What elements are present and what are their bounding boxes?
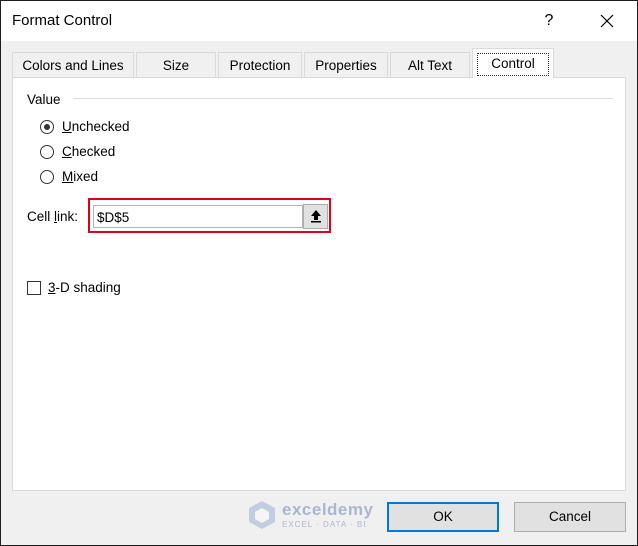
watermark-tagline: EXCEL · DATA · BI bbox=[282, 520, 367, 529]
tab-focus-rectangle bbox=[477, 53, 549, 76]
label-text: hecked bbox=[71, 144, 116, 159]
close-button[interactable] bbox=[585, 7, 629, 35]
exceldemy-logo-icon bbox=[249, 501, 275, 529]
watermark-name: exceldemy bbox=[282, 500, 374, 519]
radio-button-selected[interactable] bbox=[40, 120, 54, 134]
collapse-dialog-icon bbox=[310, 210, 321, 223]
tab-label: Properties bbox=[315, 58, 377, 73]
tab-properties[interactable]: Properties bbox=[304, 52, 388, 77]
label-text: nchecked bbox=[71, 119, 130, 134]
tab-label: Colors and Lines bbox=[22, 58, 124, 73]
label-text: Cell bbox=[27, 209, 55, 224]
access-key: C bbox=[62, 144, 72, 159]
cancel-button[interactable]: Cancel bbox=[514, 502, 626, 532]
tab-size[interactable]: Size bbox=[136, 52, 216, 77]
cell-link-input[interactable] bbox=[93, 205, 303, 228]
radio-label-mixed: Mixed bbox=[62, 168, 98, 186]
tab-label: Size bbox=[162, 58, 190, 73]
label-text: -D shading bbox=[55, 280, 121, 295]
value-group-label: Value bbox=[27, 92, 61, 107]
tab-protection[interactable]: Protection bbox=[218, 52, 302, 77]
collapse-dialog-button[interactable] bbox=[303, 204, 328, 229]
label-text: ink: bbox=[57, 209, 79, 224]
exceldemy-watermark: exceldemy EXCEL · DATA · BI bbox=[247, 500, 397, 532]
radio-button[interactable] bbox=[40, 145, 54, 159]
access-key: U bbox=[62, 119, 72, 134]
title-bar: Format Control ? bbox=[1, 1, 637, 41]
access-key: 3 bbox=[48, 280, 56, 295]
label-text: ixed bbox=[73, 169, 99, 184]
format-control-dialog: Format Control ? Colors and Lines Size P… bbox=[0, 0, 638, 546]
access-key: M bbox=[62, 169, 74, 184]
tab-label: Protection bbox=[229, 58, 291, 73]
tab-strip: Colors and Lines Size Protection Propert… bbox=[12, 48, 626, 78]
group-divider bbox=[73, 98, 613, 99]
cell-link-label: Cell link: bbox=[27, 209, 78, 224]
tab-alt-text[interactable]: Alt Text bbox=[390, 52, 470, 77]
radio-label-unchecked: Unchecked bbox=[62, 118, 130, 136]
tab-label: Alt Text bbox=[407, 58, 453, 73]
control-tab-panel: Value Unchecked Checked Mixed Cell link:… bbox=[12, 77, 626, 491]
3d-shading-checkbox[interactable] bbox=[27, 281, 41, 295]
help-button[interactable]: ? bbox=[529, 7, 569, 35]
close-icon bbox=[600, 14, 614, 28]
radio-label-checked: Checked bbox=[62, 143, 115, 161]
3d-shading-label: 3-D shading bbox=[48, 280, 121, 295]
dialog-title: Format Control bbox=[12, 12, 113, 29]
ok-button[interactable]: OK bbox=[387, 502, 499, 532]
tab-colors-and-lines[interactable]: Colors and Lines bbox=[12, 52, 134, 77]
radio-button[interactable] bbox=[40, 170, 54, 184]
tab-control[interactable]: Control bbox=[472, 48, 554, 78]
